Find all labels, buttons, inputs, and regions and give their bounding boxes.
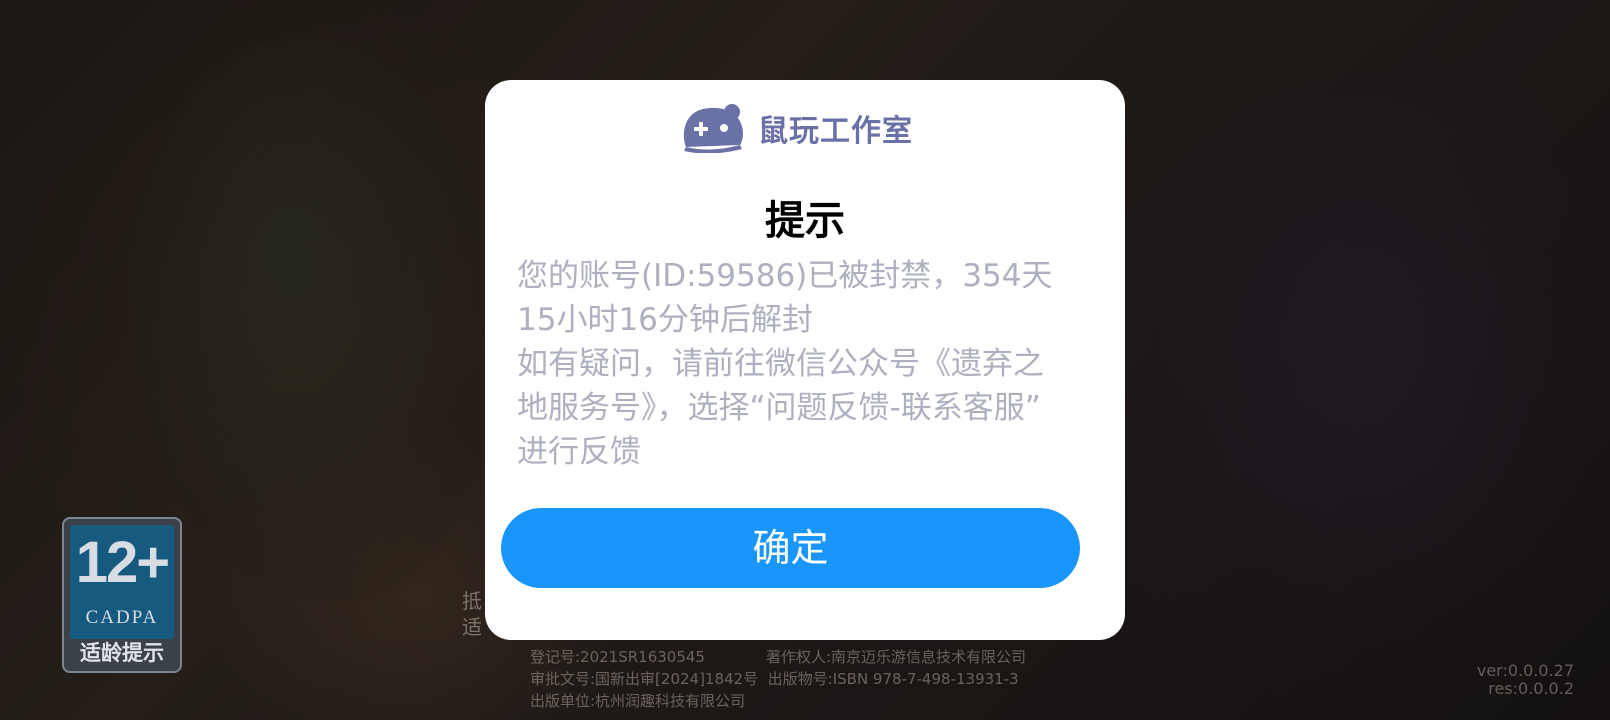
age-rating-number: 12+	[75, 530, 170, 595]
ban-notice-dialog: 鼠玩工作室 提示 您的账号(ID:59586)已被封禁，354天 15小时16分…	[485, 80, 1125, 640]
confirm-button[interactable]: 确定	[501, 508, 1080, 588]
age-rating-label: 适龄提示	[80, 641, 164, 665]
obscured-notice-text: 抵 适	[462, 588, 482, 640]
footer-row: 出版单位:杭州润趣科技有限公司	[530, 690, 1026, 712]
message-line: 地服务号》，选择“问题反馈-联系客服”	[517, 390, 1041, 426]
approval-number: 审批文号:国新出审[2024]1842号	[530, 670, 759, 688]
footer-row: 登记号:2021SR1630545 著作权人:南京迈乐游信息技术有限公司	[530, 646, 1026, 668]
version-info: ver:0.0.0.27 res:0.0.0.2	[1477, 662, 1574, 698]
studio-name: 鼠玩工作室	[758, 114, 913, 149]
dialog-message: 您的账号(ID:59586)已被封禁，354天 15小时16分钟后解封 如有疑问…	[517, 254, 1082, 474]
game-screen: 12+ CADPA 适龄提示 抵 适 登记号:2021SR1630545 著作权人…	[0, 0, 1610, 720]
legal-footer: 登记号:2021SR1630545 著作权人:南京迈乐游信息技术有限公司 审批文号…	[530, 646, 1026, 712]
obscured-notice-line: 适	[462, 615, 482, 639]
obscured-notice-line: 抵	[462, 589, 482, 613]
age-rating-badge: 12+ CADPA 适龄提示	[62, 517, 182, 673]
gamepad-mouse-icon	[683, 104, 743, 153]
registration-number: 登记号:2021SR1630545	[530, 648, 705, 666]
isbn-number: 出版物号:ISBN 978-7-498-13931-3	[767, 670, 1019, 688]
message-line: 15小时16分钟后解封	[517, 302, 813, 338]
age-rating-org: CADPA	[85, 607, 159, 628]
publisher-name: 出版单位:杭州润趣科技有限公司	[530, 692, 746, 710]
footer-row: 审批文号:国新出审[2024]1842号 出版物号:ISBN 978-7-498…	[530, 668, 1026, 690]
dialog-title: 提示	[765, 198, 845, 244]
age-rating-panel: 12+ CADPA	[70, 525, 174, 639]
studio-logo: 鼠玩工作室	[680, 100, 913, 156]
resource-version: res:0.0.0.2	[1488, 679, 1574, 698]
message-line: 如有疑问，请前往微信公众号《遗弃之	[517, 346, 1044, 382]
message-line: 您的账号(ID:59586)已被封禁，354天	[517, 258, 1053, 294]
version-number: ver:0.0.0.27	[1476, 661, 1574, 680]
message-line: 进行反馈	[517, 434, 641, 470]
copyright-owner: 著作权人:南京迈乐游信息技术有限公司	[766, 648, 1027, 666]
